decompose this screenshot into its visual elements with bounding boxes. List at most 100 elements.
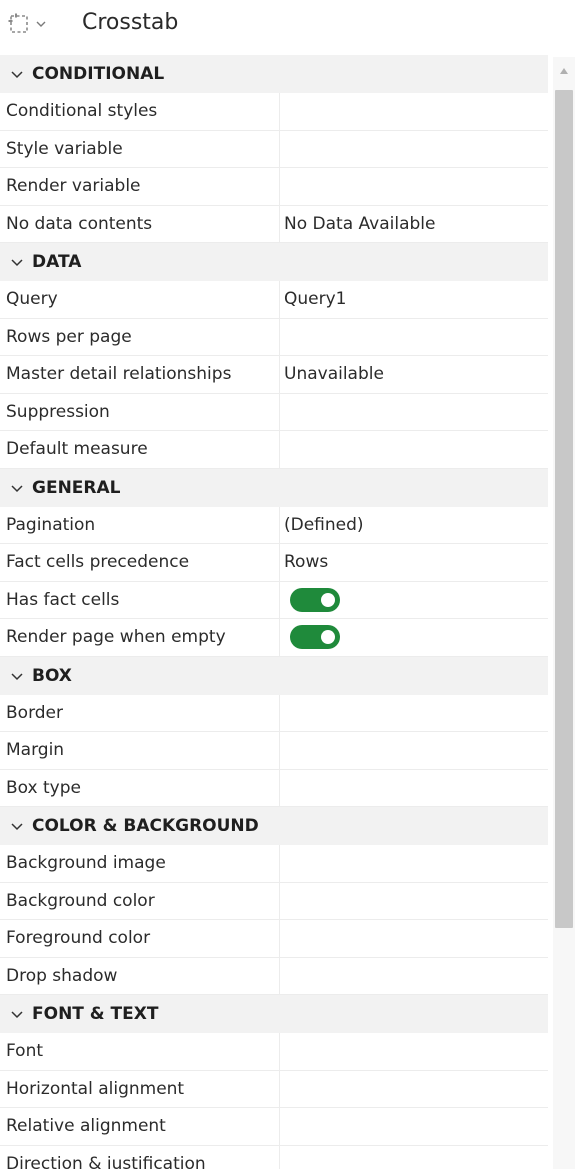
property-value[interactable] [280, 168, 548, 205]
has-fact-cells-toggle[interactable] [290, 587, 340, 612]
property-list: CONDITIONAL Conditional styles Style var… [0, 55, 548, 1169]
property-row-horizontal-alignment[interactable]: Horizontal alignment [0, 1070, 548, 1108]
property-row-render-variable[interactable]: Render variable [0, 168, 548, 206]
property-label: Fact cells precedence [0, 544, 280, 581]
property-row-drop-shadow[interactable]: Drop shadow [0, 957, 548, 995]
property-value[interactable]: Rows [280, 544, 548, 581]
property-row-conditional-styles[interactable]: Conditional styles [0, 93, 548, 131]
scroll-up-arrow-icon[interactable] [559, 67, 569, 75]
property-value[interactable] [280, 883, 548, 920]
property-value[interactable]: Unavailable [280, 356, 548, 393]
property-value[interactable] [280, 920, 548, 957]
chevron-down-icon[interactable] [35, 18, 47, 30]
property-label: Default measure [0, 431, 280, 468]
panel-title: Crosstab [82, 10, 179, 35]
chevron-down-icon [11, 1011, 23, 1019]
section-title: CONDITIONAL [32, 64, 165, 84]
property-label: Conditional styles [0, 93, 280, 130]
property-row-has-fact-cells[interactable]: Has fact cells [0, 581, 548, 619]
property-label: Suppression [0, 393, 280, 430]
property-label: Relative alignment [0, 1108, 280, 1145]
property-value[interactable] [280, 770, 548, 807]
property-row-style-variable[interactable]: Style variable [0, 130, 548, 168]
property-label: No data contents [0, 205, 280, 242]
section-title: GENERAL [32, 477, 121, 498]
section-header-font-text[interactable]: FONT & TEXT [0, 995, 548, 1033]
section-title: DATA [32, 252, 82, 272]
property-row-rows-per-page[interactable]: Rows per page [0, 318, 548, 356]
render-page-when-empty-toggle[interactable] [290, 625, 340, 650]
crosstab-select-icon[interactable] [8, 13, 30, 35]
property-value[interactable] [280, 1071, 548, 1108]
section-header-color-background[interactable]: COLOR & BACKGROUND [0, 807, 548, 845]
property-label: Background image [0, 845, 280, 882]
property-value[interactable] [280, 1033, 548, 1070]
property-value[interactable] [280, 319, 548, 356]
property-value[interactable] [280, 1146, 548, 1169]
property-label: Query [0, 281, 280, 318]
property-value[interactable]: Query1 [280, 281, 548, 318]
property-row-background-image[interactable]: Background image [0, 845, 548, 883]
property-row-fact-cells-precedence[interactable]: Fact cells precedence Rows [0, 544, 548, 582]
property-label: Render page when empty [0, 619, 280, 656]
property-value[interactable] [280, 131, 548, 168]
section-title: FONT & TEXT [32, 1004, 159, 1024]
property-row-box-type[interactable]: Box type [0, 769, 548, 807]
property-label: Has fact cells [0, 581, 280, 618]
property-row-query[interactable]: Query Query1 [0, 281, 548, 319]
property-value [280, 619, 548, 656]
property-label: Style variable [0, 130, 280, 167]
property-label: Drop shadow [0, 957, 280, 994]
property-row-default-measure[interactable]: Default measure [0, 431, 548, 469]
scrollbar-thumb[interactable] [555, 90, 573, 928]
property-label: Direction & justification [0, 1145, 280, 1169]
property-row-render-page-when-empty[interactable]: Render page when empty [0, 619, 548, 657]
property-label: Font [0, 1033, 280, 1070]
property-row-border[interactable]: Border [0, 694, 548, 732]
chevron-down-icon [11, 484, 23, 492]
section-title: BOX [32, 665, 72, 686]
panel-header: Crosstab [0, 0, 575, 50]
property-row-foreground-color[interactable]: Foreground color [0, 920, 548, 958]
property-label: Border [0, 694, 280, 731]
property-row-background-color[interactable]: Background color [0, 882, 548, 920]
property-label: Pagination [0, 506, 280, 543]
property-row-no-data-contents[interactable]: No data contents No Data Available [0, 205, 548, 243]
property-value[interactable] [280, 93, 548, 130]
property-row-direction-justification[interactable]: Direction & justification [0, 1145, 548, 1169]
property-label: Horizontal alignment [0, 1070, 280, 1107]
section-header-data[interactable]: DATA [0, 243, 548, 281]
property-label: Rows per page [0, 318, 280, 355]
property-row-font[interactable]: Font [0, 1033, 548, 1071]
property-value[interactable] [280, 431, 548, 468]
property-row-pagination[interactable]: Pagination (Defined) [0, 506, 548, 544]
section-header-general[interactable]: GENERAL [0, 468, 548, 507]
property-value[interactable] [280, 695, 548, 732]
property-label: Master detail relationships [0, 356, 280, 393]
vertical-scrollbar[interactable] [553, 57, 575, 1169]
property-value[interactable] [280, 958, 548, 995]
property-row-relative-alignment[interactable]: Relative alignment [0, 1108, 548, 1146]
toggle-knob [321, 630, 335, 645]
chevron-down-icon [11, 672, 23, 680]
chevron-down-icon [11, 259, 23, 267]
chevron-down-icon [11, 823, 23, 831]
property-value[interactable]: (Defined) [280, 507, 548, 544]
property-value[interactable]: No Data Available [280, 206, 548, 243]
property-label: Foreground color [0, 920, 280, 957]
property-label: Margin [0, 732, 280, 769]
section-header-box[interactable]: BOX [0, 656, 548, 695]
property-value[interactable] [280, 732, 548, 769]
properties-panel: Crosstab CONDITIONAL Conditional styles … [0, 0, 575, 1169]
property-row-margin[interactable]: Margin [0, 732, 548, 770]
property-label: Render variable [0, 168, 280, 205]
property-row-master-detail-relationships[interactable]: Master detail relationships Unavailable [0, 356, 548, 394]
property-value[interactable] [280, 394, 548, 431]
toggle-knob [321, 592, 335, 607]
property-row-suppression[interactable]: Suppression [0, 393, 548, 431]
property-value[interactable] [280, 845, 548, 882]
section-header-conditional[interactable]: CONDITIONAL [0, 55, 548, 93]
property-label: Background color [0, 882, 280, 919]
property-label: Box type [0, 769, 280, 806]
property-value[interactable] [280, 1108, 548, 1145]
